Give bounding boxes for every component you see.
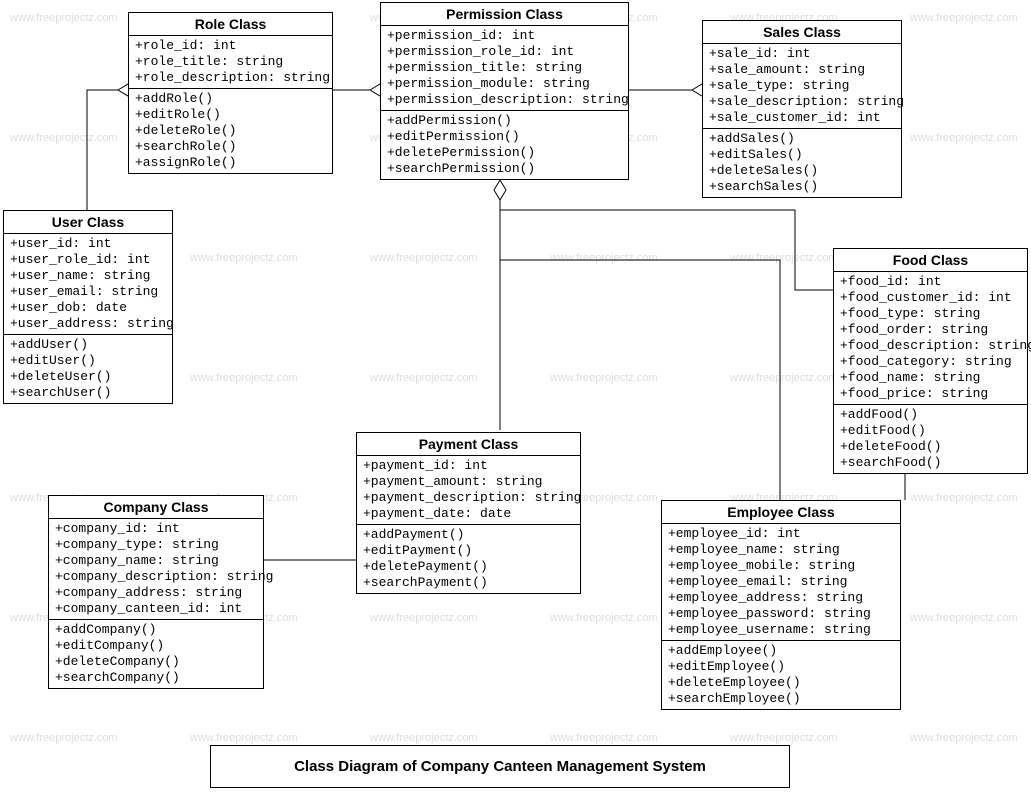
class-title: Company Class <box>49 496 263 519</box>
class-ops: +addEmployee()+editEmployee()+deleteEmpl… <box>662 640 900 709</box>
class-attrs: +permission_id: int+permission_role_id: … <box>381 26 628 110</box>
diagram-caption: Class Diagram of Company Canteen Managem… <box>210 745 790 788</box>
class-title: Permission Class <box>381 3 628 26</box>
class-ops: +addFood()+editFood()+deleteFood()+searc… <box>834 404 1027 473</box>
class-sales: Sales Class +sale_id: int+sale_amount: s… <box>702 20 902 198</box>
class-attrs: +user_id: int+user_role_id: int+user_nam… <box>4 234 172 334</box>
class-ops: +addRole()+editRole()+deleteRole()+searc… <box>129 88 332 173</box>
class-ops: +addSales()+editSales()+deleteSales()+se… <box>703 128 901 197</box>
class-company: Company Class +company_id: int+company_t… <box>48 495 264 689</box>
class-attrs: +employee_id: int+employee_name: string+… <box>662 524 900 640</box>
class-title: Employee Class <box>662 501 900 524</box>
class-role: Role Class +role_id: int+role_title: str… <box>128 12 333 174</box>
class-title: Payment Class <box>357 433 580 456</box>
class-title: Food Class <box>834 249 1027 272</box>
class-attrs: +payment_id: int+payment_amount: string+… <box>357 456 580 524</box>
class-ops: +addPermission()+editPermission()+delete… <box>381 110 628 179</box>
class-ops: +addPayment()+editPayment()+deletePaymen… <box>357 524 580 593</box>
class-title: User Class <box>4 211 172 234</box>
class-title: Sales Class <box>703 21 901 44</box>
class-title: Role Class <box>129 13 332 36</box>
class-attrs: +sale_id: int+sale_amount: string+sale_t… <box>703 44 901 128</box>
class-ops: +addCompany()+editCompany()+deleteCompan… <box>49 619 263 688</box>
class-permission: Permission Class +permission_id: int+per… <box>380 2 629 180</box>
class-attrs: +food_id: int+food_customer_id: int+food… <box>834 272 1027 404</box>
class-employee: Employee Class +employee_id: int+employe… <box>661 500 901 710</box>
class-user: User Class +user_id: int+user_role_id: i… <box>3 210 173 404</box>
class-attrs: +role_id: int+role_title: string+role_de… <box>129 36 332 88</box>
class-ops: +addUser()+editUser()+deleteUser()+searc… <box>4 334 172 403</box>
class-food: Food Class +food_id: int+food_customer_i… <box>833 248 1028 474</box>
class-payment: Payment Class +payment_id: int+payment_a… <box>356 432 581 594</box>
class-attrs: +company_id: int+company_type: string+co… <box>49 519 263 619</box>
